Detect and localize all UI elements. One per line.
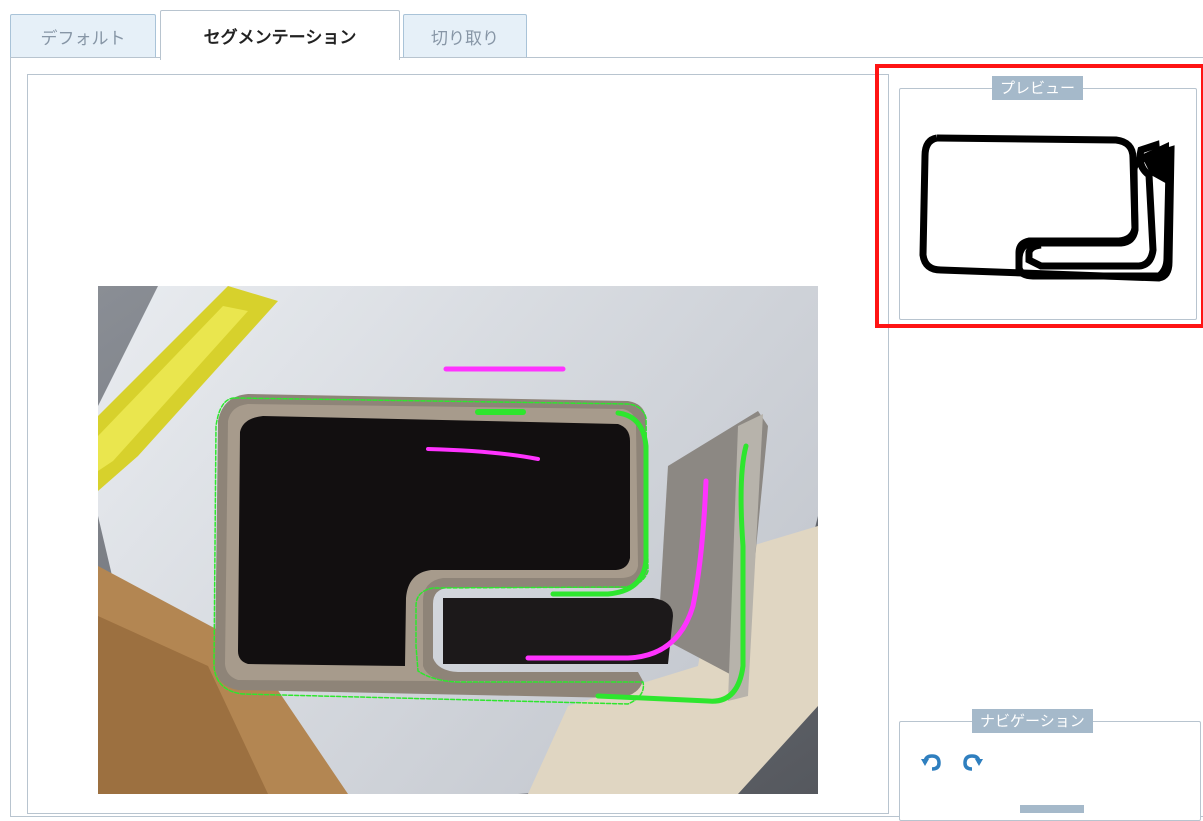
- undo-icon[interactable]: [920, 752, 942, 774]
- tab-segmentation[interactable]: セグメンテーション: [160, 10, 400, 60]
- tab-default[interactable]: デフォルト: [10, 14, 156, 58]
- navigation-legend: ナビゲーション: [972, 709, 1093, 733]
- panel-handle[interactable]: [1020, 805, 1084, 813]
- preview-mask-image: [919, 134, 1175, 282]
- segmentation-image[interactable]: [98, 286, 818, 794]
- preview-panel: プレビュー: [899, 76, 1197, 320]
- tab-crop[interactable]: 切り取り: [403, 14, 527, 58]
- redo-icon[interactable]: [962, 752, 984, 774]
